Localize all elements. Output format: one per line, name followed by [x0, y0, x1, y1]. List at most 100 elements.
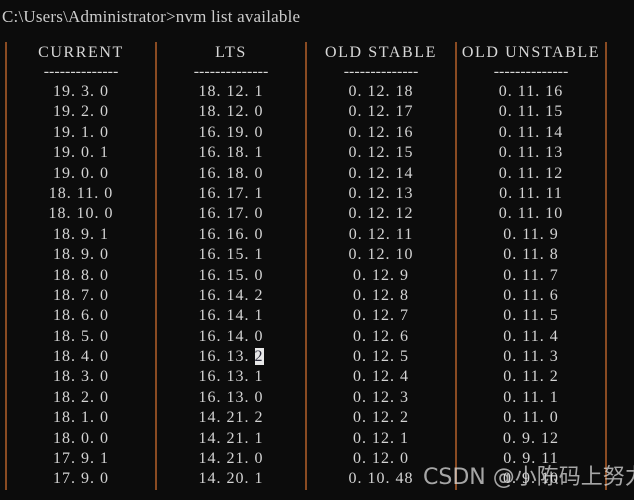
version-cell: 0. 11. 14: [498, 123, 564, 141]
column-old-unstable: OLD UNSTABLE -------------- 0. 11. 16 0. …: [457, 42, 605, 490]
version-cell: 18. 4. 0: [53, 348, 109, 366]
command-prompt-line: C:\Users\Administrator>nvm list availabl…: [2, 7, 301, 26]
version-table: CURRENT -------------- 19. 3. 0 19. 2. 01…: [0, 42, 634, 492]
version-cell: 0. 9. 11: [503, 450, 559, 468]
column-header-old-stable: OLD STABLE: [324, 44, 438, 61]
column-rule-current: --------------: [43, 64, 119, 80]
version-cell: 0. 11. 5: [503, 307, 559, 325]
version-cell: 18. 2. 0: [53, 388, 109, 406]
version-cell: 0. 12. 14: [348, 164, 414, 182]
version-cell: 16. 13. 0: [198, 388, 264, 406]
version-cell: 16. 13. 2: [198, 348, 264, 366]
version-cell: 0. 11. 15: [498, 103, 564, 121]
version-cell: 0. 12. 10: [348, 246, 414, 264]
version-cell: 16. 17. 0: [198, 205, 264, 223]
version-cell: 0. 12. 3: [353, 388, 409, 406]
version-cell: 16. 14. 2: [198, 286, 264, 304]
version-cell: 0. 11. 8: [503, 246, 559, 264]
version-cell: 0. 10. 48: [348, 470, 414, 488]
version-cell: 19. 0. 1: [53, 144, 109, 162]
version-cell: 14. 21. 1: [198, 429, 264, 447]
version-cell: 0. 11. 7: [503, 266, 559, 284]
version-cell: 0. 11. 1: [503, 388, 559, 406]
version-cell: 18. 6. 0: [53, 307, 109, 325]
version-cell: 0. 12. 4: [353, 368, 409, 386]
version-cell: 0. 12. 18: [348, 83, 414, 100]
version-cell: 0. 11. 3: [503, 348, 559, 366]
version-cell: 0. 12. 13: [348, 184, 414, 202]
column-header-current: CURRENT: [38, 44, 124, 61]
version-cell: 0. 11. 13: [498, 144, 564, 162]
version-cell: 18. 12. 1: [198, 83, 264, 100]
version-cell: 0. 11. 2: [503, 368, 559, 386]
version-cell: 0. 9. 10: [503, 470, 559, 488]
version-cell: 18. 0. 0: [53, 429, 109, 447]
version-cell: 0. 12. 1: [353, 429, 409, 447]
version-cell: 0. 11. 12: [498, 164, 564, 182]
version-cell: 16. 18. 0: [198, 164, 264, 182]
version-cell: 18. 3. 0: [53, 368, 109, 386]
column-header-lts: LTS: [215, 44, 247, 61]
version-cell: 0. 12. 7: [353, 307, 409, 325]
version-cell: 16. 15. 0: [198, 266, 264, 284]
version-cell: 19. 3. 0: [53, 83, 109, 100]
version-cell: 0. 12. 0: [353, 450, 409, 468]
version-cell: 0. 12. 6: [353, 327, 409, 345]
column-cells-old-unstable: 0. 11. 16 0. 11. 15 0. 11. 14 0. 11. 13 0. 1…: [457, 82, 605, 490]
version-cell: 16. 15. 1: [198, 246, 264, 264]
column-rule-lts: --------------: [193, 64, 269, 80]
version-cell: 0. 12. 5: [353, 348, 409, 366]
version-cell: 18. 9. 1: [53, 225, 109, 243]
version-cell: 0. 11. 11: [499, 184, 563, 202]
version-cell: 16. 19. 0: [198, 123, 264, 141]
version-cell: 0. 12. 11: [348, 225, 414, 243]
version-cell: 14. 21. 2: [198, 409, 264, 427]
version-cell: 17. 9. 0: [53, 470, 109, 488]
version-cell: 18. 9. 0: [53, 246, 109, 264]
version-cell: 16. 13. 1: [198, 368, 264, 386]
text-cursor: 2: [254, 348, 264, 366]
version-cell: 0. 12. 2: [353, 409, 409, 427]
version-cell: 18. 7. 0: [53, 286, 109, 304]
version-cell: 18. 10. 0: [48, 205, 114, 223]
terminal-window[interactable]: C:\Users\Administrator>nvm list availabl…: [0, 0, 634, 500]
version-cell: 19. 2. 0: [53, 103, 109, 121]
version-cell: 17. 9. 1: [53, 450, 109, 468]
version-cell: 0. 11. 9: [503, 225, 559, 243]
version-cell: 0. 11. 4: [503, 327, 559, 345]
version-cell: 16. 18. 1: [198, 144, 264, 162]
version-cell: 16. 16. 0: [198, 225, 264, 243]
version-cell: 0. 11. 6: [503, 286, 559, 304]
version-cell: 0. 12. 15: [348, 144, 414, 162]
version-cell: 16. 14. 0: [198, 327, 264, 345]
version-cell: 16. 14. 1: [198, 307, 264, 325]
version-cell: 0. 11. 0: [503, 409, 559, 427]
column-old-stable: OLD STABLE -------------- 0. 12. 18 0. 12…: [307, 42, 455, 490]
column-cells-current: 19. 3. 0 19. 2. 0 19. 1. 0 19. 0. 1 19. 0. 0…: [7, 82, 155, 490]
version-cell: 18. 12. 0: [198, 103, 264, 121]
version-cell: 18. 1. 0: [53, 409, 109, 427]
version-cell: 0. 12. 9: [353, 266, 409, 284]
column-cells-lts: 18. 12. 1 18. 12. 0 16. 19. 0 16. 18. 1 16. …: [157, 82, 305, 490]
version-cell: 18. 11. 0: [48, 184, 114, 202]
version-cell: 0. 12. 12: [348, 205, 414, 223]
version-cell: 0. 12. 17: [348, 103, 414, 121]
version-cell: 0. 11. 10: [498, 205, 564, 223]
version-cell: 0. 12. 8: [353, 286, 409, 304]
column-header-old-unstable: OLD UNSTABLE: [461, 44, 601, 61]
column-cells-old-stable: 0. 12. 18 0. 12. 17 0. 12. 16 0. 12. 15 0. 1…: [307, 82, 455, 490]
table-border-right: [605, 42, 607, 490]
version-cell: 19. 1. 0: [53, 123, 109, 141]
column-current: CURRENT -------------- 19. 3. 0 19. 2. 01…: [7, 42, 155, 490]
version-cell: 18. 8. 0: [53, 266, 109, 284]
column-rule-old-stable: --------------: [343, 64, 419, 80]
version-cell: 19. 0. 0: [53, 164, 109, 182]
version-cell: 0. 9. 12: [503, 429, 559, 447]
version-cell: 18. 5. 0: [53, 327, 109, 345]
column-lts: LTS -------------- 18. 12. 1 18. 12. 0 16.…: [157, 42, 305, 490]
version-cell: 14. 20. 1: [198, 470, 264, 488]
version-cell: 14. 21. 0: [198, 450, 264, 468]
column-rule-old-unstable: --------------: [493, 64, 569, 80]
version-cell: 0. 11. 16: [498, 83, 564, 100]
version-cell: 16. 17. 1: [198, 184, 264, 202]
